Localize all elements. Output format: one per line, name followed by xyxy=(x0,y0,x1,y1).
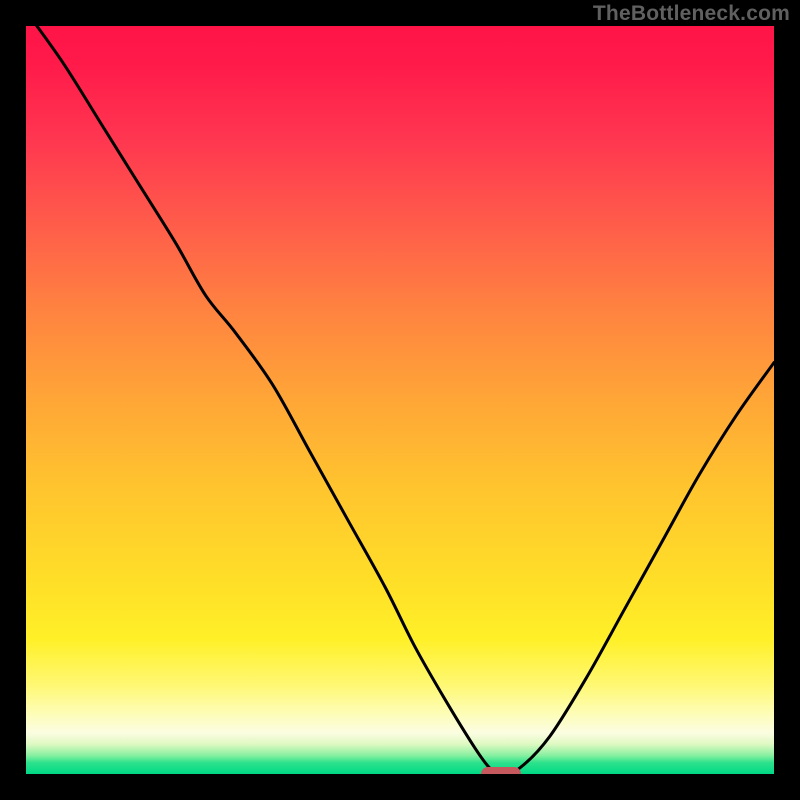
watermark-text: TheBottleneck.com xyxy=(593,2,790,26)
optimal-marker xyxy=(481,767,521,774)
plot-area xyxy=(26,26,774,774)
chart-container: TheBottleneck.com xyxy=(0,0,800,800)
curve-svg xyxy=(26,26,774,774)
bottleneck-curve xyxy=(26,26,774,774)
